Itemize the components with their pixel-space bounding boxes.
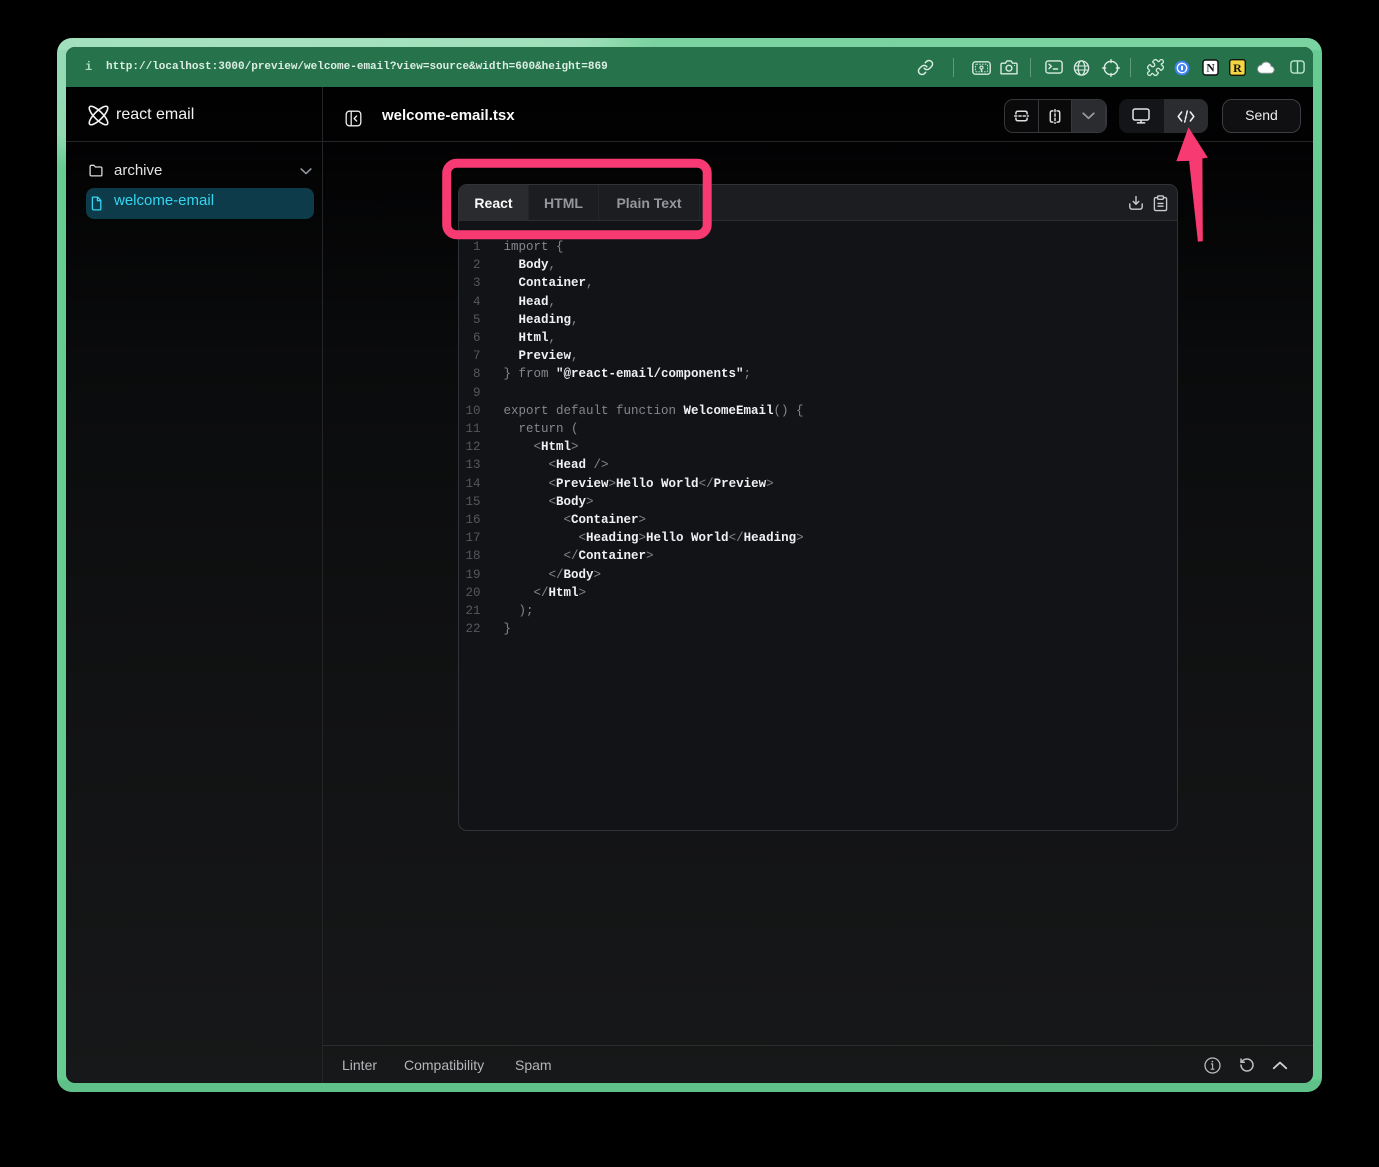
svg-text:N: N — [1206, 63, 1215, 75]
svg-text:R: R — [1233, 61, 1242, 75]
